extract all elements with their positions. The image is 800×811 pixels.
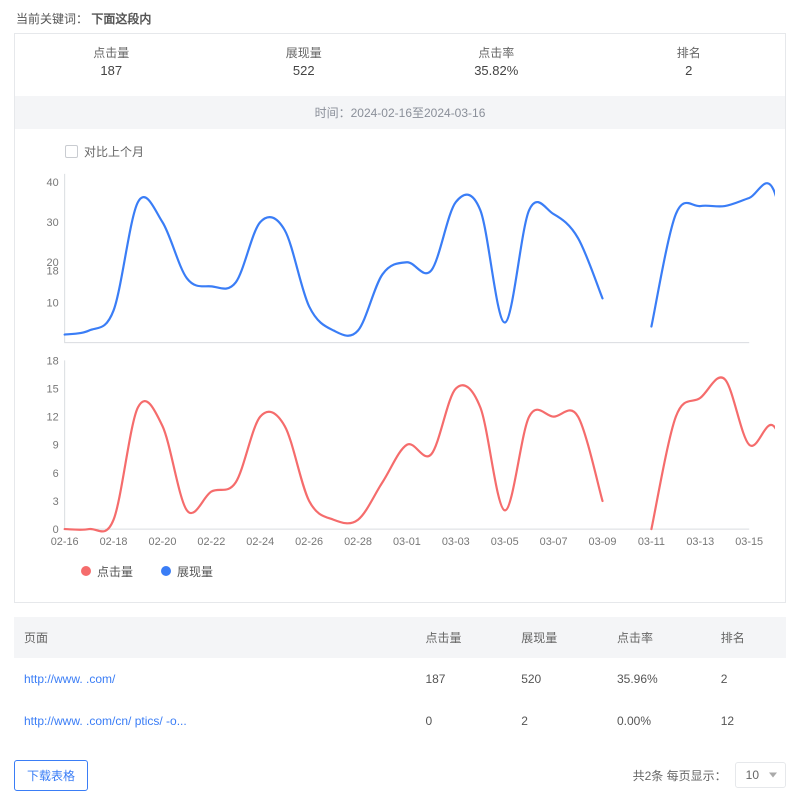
time-range-bar: 时间：2024-02-16至2024-03-16 xyxy=(15,96,785,129)
keyword-line: 当前关键词： 下面这段内 xyxy=(14,10,786,33)
main-panel: 点击量 187 展现量 522 点击率 35.82% 排名 2 时间：2024-… xyxy=(14,33,786,603)
svg-text:10: 10 xyxy=(47,297,59,309)
legend-label: 点击量 xyxy=(97,563,133,580)
cell-rank: 12 xyxy=(711,700,786,742)
cell-clicks: 187 xyxy=(415,658,511,700)
line-chart: 1810203040036912151802-1602-1802-2002-22… xyxy=(21,164,775,555)
keyword-label: 当前关键词： xyxy=(16,12,88,26)
svg-text:02-26: 02-26 xyxy=(295,536,323,548)
stat-label: 排名 xyxy=(597,44,782,62)
stat-value: 187 xyxy=(19,62,204,80)
footer: 下载表格 共2条 每页显示： 10 xyxy=(14,760,786,791)
svg-text:02-20: 02-20 xyxy=(149,536,177,548)
svg-text:03-11: 03-11 xyxy=(638,536,665,548)
stats-row: 点击量 187 展现量 522 点击率 35.82% 排名 2 xyxy=(15,34,785,92)
page-link[interactable]: http://www. .com/ xyxy=(24,672,115,686)
stat-clicks: 点击量 187 xyxy=(15,34,208,92)
legend-label: 展现量 xyxy=(177,563,213,580)
compare-label: 对比上个月 xyxy=(84,143,144,160)
th-impr: 展现量 xyxy=(511,617,607,658)
svg-text:02-28: 02-28 xyxy=(344,536,372,548)
cell-rank: 2 xyxy=(711,658,786,700)
stat-label: 展现量 xyxy=(212,44,397,62)
stat-label: 点击量 xyxy=(19,44,204,62)
svg-text:03-15: 03-15 xyxy=(735,536,763,548)
svg-text:18: 18 xyxy=(47,355,59,367)
svg-text:03-13: 03-13 xyxy=(686,536,714,548)
page-link[interactable]: http://www. .com/cn/ ptics/ -o... xyxy=(24,714,187,728)
stat-rank: 排名 2 xyxy=(593,34,786,92)
svg-text:15: 15 xyxy=(47,384,59,396)
svg-text:02-18: 02-18 xyxy=(100,536,128,548)
stat-value: 35.82% xyxy=(404,62,589,80)
cell-impr: 2 xyxy=(511,700,607,742)
svg-text:9: 9 xyxy=(53,440,59,452)
page-size-value: 10 xyxy=(746,768,759,782)
pager: 共2条 每页显示： 10 xyxy=(633,762,786,788)
download-button[interactable]: 下载表格 xyxy=(14,760,88,791)
svg-text:03-07: 03-07 xyxy=(540,536,568,548)
cell-impr: 520 xyxy=(511,658,607,700)
th-rank: 排名 xyxy=(711,617,786,658)
stat-value: 2 xyxy=(597,62,782,80)
legend-dot-icon xyxy=(161,566,171,576)
cell-page: http://www. .com/ xyxy=(14,658,415,700)
page-size-select[interactable]: 10 xyxy=(735,762,786,788)
svg-text:02-24: 02-24 xyxy=(246,536,274,548)
compare-checkbox[interactable] xyxy=(65,145,78,158)
legend-item-clicks[interactable]: 点击量 xyxy=(81,563,133,580)
stat-value: 522 xyxy=(212,62,397,80)
keyword-value: 下面这段内 xyxy=(91,12,151,26)
th-clicks: 点击量 xyxy=(415,617,511,658)
svg-text:3: 3 xyxy=(53,496,59,508)
legend-item-impr[interactable]: 展现量 xyxy=(161,563,213,580)
compare-row: 对比上个月 xyxy=(15,129,785,164)
svg-text:6: 6 xyxy=(53,468,59,480)
cell-page: http://www. .com/cn/ ptics/ -o... xyxy=(14,700,415,742)
chevron-down-icon xyxy=(769,773,777,778)
th-ctr: 点击率 xyxy=(607,617,711,658)
legend-dot-icon xyxy=(81,566,91,576)
cell-ctr: 35.96% xyxy=(607,658,711,700)
stat-impr: 展现量 522 xyxy=(208,34,401,92)
svg-text:20: 20 xyxy=(47,257,59,269)
svg-text:02-16: 02-16 xyxy=(51,536,79,548)
table-row: http://www. .com/cn/ ptics/ -o... 0 2 0.… xyxy=(14,700,786,742)
cell-ctr: 0.00% xyxy=(607,700,711,742)
svg-text:0: 0 xyxy=(53,524,59,536)
svg-text:30: 30 xyxy=(47,217,59,229)
stat-ctr: 点击率 35.82% xyxy=(400,34,593,92)
chart-container: 1810203040036912151802-1602-1802-2002-22… xyxy=(15,164,785,602)
stat-label: 点击率 xyxy=(404,44,589,62)
cell-clicks: 0 xyxy=(415,700,511,742)
svg-text:03-09: 03-09 xyxy=(589,536,617,548)
svg-text:12: 12 xyxy=(47,412,59,424)
table-row: http://www. .com/ 187 520 35.96% 2 xyxy=(14,658,786,700)
th-page: 页面 xyxy=(14,617,415,658)
svg-text:40: 40 xyxy=(47,177,59,189)
svg-text:03-01: 03-01 xyxy=(393,536,421,548)
pager-total: 共2条 每页显示： xyxy=(633,767,727,784)
svg-text:03-03: 03-03 xyxy=(442,536,470,548)
svg-text:03-05: 03-05 xyxy=(491,536,519,548)
legend: 点击量 展现量 xyxy=(21,555,775,594)
page-table: 页面 点击量 展现量 点击率 排名 http://www. .com/ 187 … xyxy=(14,617,786,742)
svg-text:02-22: 02-22 xyxy=(197,536,225,548)
